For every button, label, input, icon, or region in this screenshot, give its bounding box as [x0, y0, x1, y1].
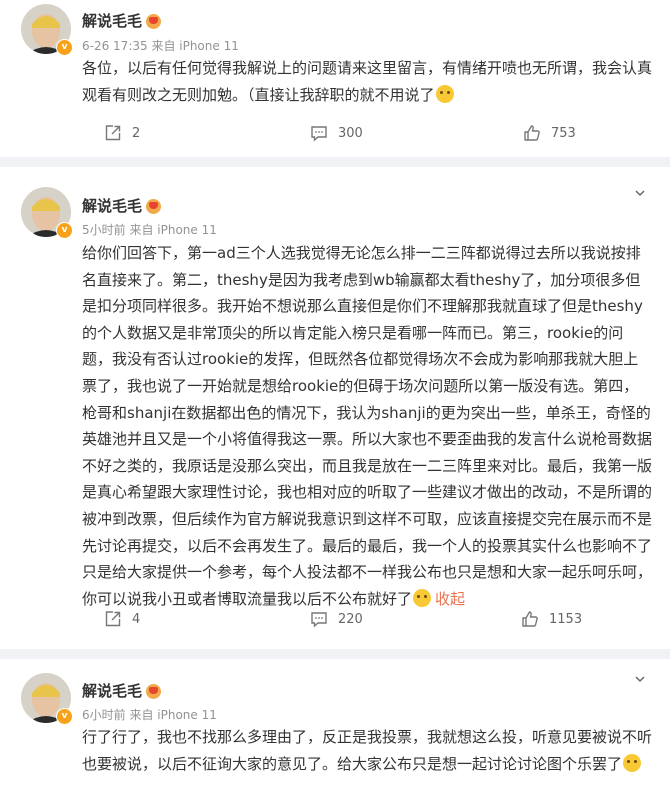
action-bar: 2 300 753 — [0, 124, 670, 144]
author-name[interactable]: 解说毛毛 — [82, 11, 142, 31]
repost-count: 2 — [132, 125, 141, 141]
like-icon — [522, 611, 538, 627]
post-content: 行了行了，我也不找那么多理由了，反正是我投票，我就想这么投，听意见要被说不听也要… — [82, 724, 652, 777]
comment-button[interactable]: 300 — [310, 124, 363, 142]
emoji-icon — [623, 753, 642, 772]
action-bar: 4 220 1153 — [0, 610, 670, 630]
repost-button[interactable]: 4 — [104, 610, 140, 628]
like-icon — [524, 125, 540, 141]
repost-icon — [105, 611, 121, 627]
author-name[interactable]: 解说毛毛 — [82, 681, 142, 701]
like-count: 1153 — [549, 611, 583, 627]
comment-count: 300 — [338, 125, 363, 141]
vip-icon[interactable] — [146, 684, 161, 699]
author-name[interactable]: 解说毛毛 — [82, 196, 142, 216]
weibo-post-3: v 解说毛毛 6小时前 来自 iPhone 11 行了行了，我也不找那么多理由了… — [0, 659, 670, 785]
chevron-down-icon[interactable] — [634, 673, 646, 685]
post-text: 给你们回答下，第一ad三个人选我觉得无论怎么排一二三阵都说得过去所以我说按排名直… — [82, 244, 653, 608]
verified-badge-icon: v — [56, 708, 73, 725]
comment-icon — [311, 612, 327, 628]
collapse-link[interactable]: 收起 — [435, 590, 465, 608]
post-content: 各位，以后有任何觉得我解说上的问题请来这里留言，有情绪开喷也无所谓，我会认真观看… — [82, 55, 652, 108]
emoji-icon — [435, 84, 454, 103]
post-text: 行了行了，我也不找那么多理由了，反正是我投票，我就想这么投，听意见要被说不听也要… — [82, 728, 653, 773]
verified-badge-icon: v — [56, 39, 73, 56]
like-count: 753 — [551, 125, 576, 141]
emoji-icon — [413, 588, 432, 607]
repost-button[interactable]: 2 — [104, 124, 140, 142]
comment-button[interactable]: 220 — [310, 610, 363, 628]
chevron-down-icon[interactable] — [634, 187, 646, 199]
post-meta: 5小时前 来自 iPhone 11 — [82, 223, 217, 237]
weibo-post-2: v 解说毛毛 5小时前 来自 iPhone 11 给你们回答下，第一ad三个人选… — [0, 167, 670, 649]
comment-count: 220 — [338, 611, 363, 627]
vip-icon[interactable] — [146, 199, 161, 214]
comment-icon — [311, 126, 327, 142]
vip-icon[interactable] — [146, 14, 161, 29]
post-text: 各位，以后有任何觉得我解说上的问题请来这里留言，有情绪开喷也无所谓，我会认真观看… — [82, 59, 653, 104]
verified-badge-icon: v — [56, 222, 73, 239]
repost-count: 4 — [132, 611, 141, 627]
weibo-post-1: v 解说毛毛 6-26 17:35 来自 iPhone 11 各位，以后有任何觉… — [0, 0, 670, 157]
repost-icon — [105, 125, 121, 141]
post-meta: 6小时前 来自 iPhone 11 — [82, 708, 217, 722]
post-content: 给你们回答下，第一ad三个人选我觉得无论怎么排一二三阵都说得过去所以我说按排名直… — [82, 240, 652, 612]
post-meta: 6-26 17:35 来自 iPhone 11 — [82, 39, 239, 53]
like-button[interactable]: 753 — [523, 124, 576, 142]
like-button[interactable]: 1153 — [521, 610, 582, 628]
